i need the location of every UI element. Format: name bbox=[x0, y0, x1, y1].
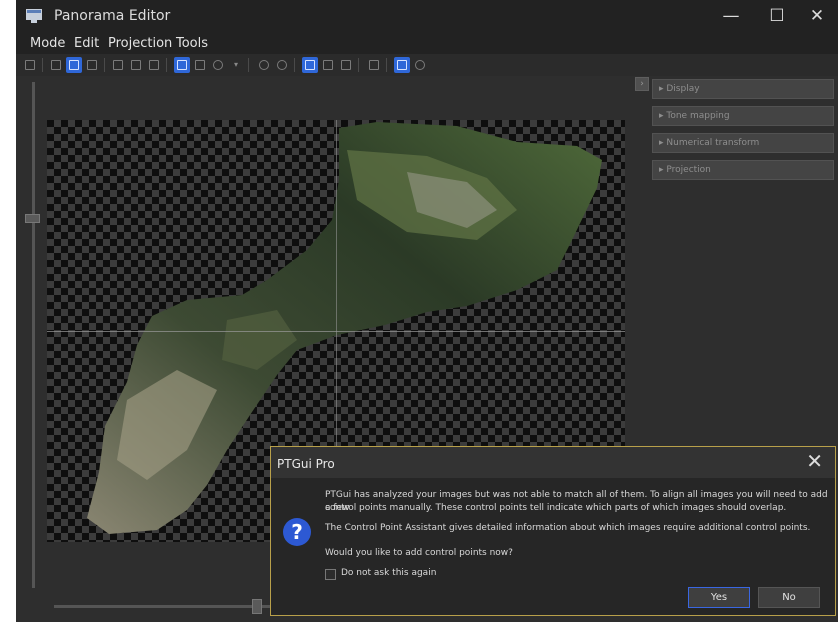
move-tool-icon[interactable] bbox=[84, 57, 100, 73]
app-icon bbox=[26, 9, 42, 23]
numerical-transform-panel-header[interactable]: ▸ Numerical transform bbox=[652, 133, 834, 153]
view-icon[interactable] bbox=[274, 57, 290, 73]
yes-button[interactable]: Yes bbox=[688, 587, 750, 608]
dialog-message-assistant: The Control Point Assistant gives detail… bbox=[325, 523, 811, 533]
dialog-close-icon[interactable]: ✕ bbox=[806, 449, 823, 473]
do-not-ask-checkbox[interactable] bbox=[325, 569, 336, 580]
center-crosshair-icon[interactable] bbox=[146, 57, 162, 73]
ptgui-dialog: PTGui Pro ✕ ? PTGui has analyzed your im… bbox=[270, 446, 836, 616]
zoom-icon[interactable] bbox=[256, 57, 272, 73]
equirectangular-projection-icon[interactable] bbox=[210, 57, 226, 73]
overlay-icon[interactable] bbox=[394, 57, 410, 73]
projection-dropdown-icon[interactable]: ▾ bbox=[228, 57, 244, 73]
toolbar-separator bbox=[166, 58, 167, 72]
tone-mapping-panel-header[interactable]: ▸ Tone mapping bbox=[652, 106, 834, 126]
toolbar-separator bbox=[248, 58, 249, 72]
display-mode-icon[interactable] bbox=[302, 57, 318, 73]
menu-tools[interactable]: Tools bbox=[176, 36, 208, 51]
menu-edit[interactable]: Edit bbox=[74, 36, 99, 51]
vertical-slider-handle[interactable] bbox=[25, 214, 40, 223]
question-icon: ? bbox=[283, 518, 311, 546]
dialog-title: PTGui Pro bbox=[277, 457, 335, 471]
minimize-button[interactable]: — bbox=[708, 0, 754, 34]
no-button[interactable]: No bbox=[758, 587, 820, 608]
projection-panel-header[interactable]: ▸ Projection bbox=[652, 160, 834, 180]
panel-toggle-button[interactable]: › bbox=[635, 77, 649, 91]
toolbar: ▾ bbox=[16, 54, 838, 76]
cylindrical-projection-icon[interactable] bbox=[192, 57, 208, 73]
fit-icon[interactable] bbox=[110, 57, 126, 73]
toolbar-separator bbox=[294, 58, 295, 72]
menu-mode[interactable]: Mode bbox=[30, 36, 65, 51]
toolbar-separator bbox=[386, 58, 387, 72]
display-panel-header[interactable]: ▸ Display bbox=[652, 79, 834, 99]
dialog-question: Would you like to add control points now… bbox=[325, 548, 513, 558]
window-title: Panorama Editor bbox=[54, 8, 171, 24]
image-outlines-icon[interactable] bbox=[48, 57, 64, 73]
toolbar-separator bbox=[358, 58, 359, 72]
vertical-slider-track[interactable] bbox=[32, 82, 35, 588]
toolbar-separator bbox=[42, 58, 43, 72]
drag-tool-icon[interactable] bbox=[66, 57, 82, 73]
rectilinear-projection-icon[interactable] bbox=[174, 57, 190, 73]
horizontal-slider-handle[interactable] bbox=[252, 599, 262, 614]
toolbar-separator bbox=[104, 58, 105, 72]
fit-all-icon[interactable] bbox=[128, 57, 144, 73]
columns-view-icon[interactable] bbox=[338, 57, 354, 73]
dialog-body: ? PTGui has analyzed your images but was… bbox=[271, 478, 835, 615]
do-not-ask-label[interactable]: Do not ask this again bbox=[341, 568, 436, 578]
panorama-editor-window: Panorama Editor — ☐ ✕ Mode Edit Projecti… bbox=[16, 0, 838, 622]
compare-icon[interactable] bbox=[366, 57, 382, 73]
close-button[interactable]: ✕ bbox=[794, 0, 838, 34]
dialog-message-line2: control points manually. These control p… bbox=[325, 503, 787, 513]
help-icon[interactable] bbox=[412, 57, 428, 73]
menu-bar: Mode Edit Projection Tools bbox=[16, 34, 838, 54]
select-tool-icon[interactable] bbox=[22, 57, 38, 73]
title-bar: Panorama Editor — ☐ ✕ bbox=[16, 0, 838, 34]
menu-projection[interactable]: Projection bbox=[108, 36, 172, 51]
split-view-icon[interactable] bbox=[320, 57, 336, 73]
